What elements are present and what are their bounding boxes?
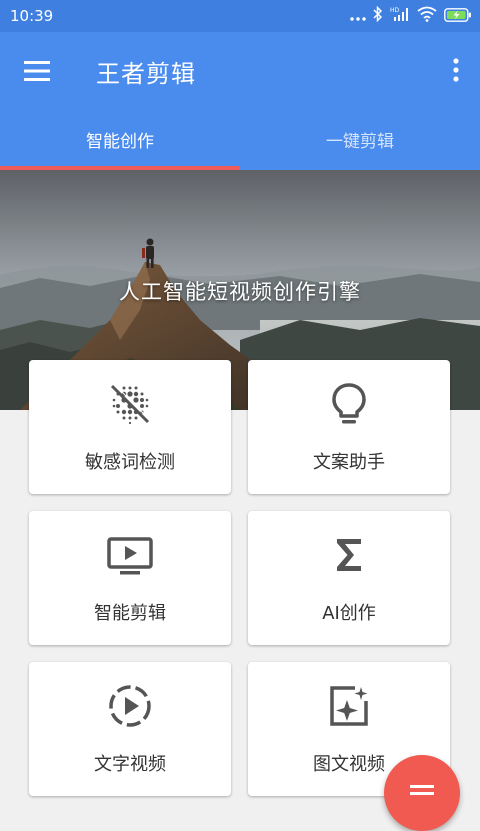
hero-caption: 人工智能短视频创作引擎: [119, 280, 361, 304]
sigma-icon: [325, 531, 373, 579]
status-time: 10:39: [10, 7, 54, 25]
feature-label: AI创作: [322, 603, 376, 624]
feature-label: 智能剪辑: [94, 603, 166, 624]
hamburger-menu-icon[interactable]: [14, 48, 60, 94]
feature-label: 敏感词检测: [85, 452, 175, 473]
feature-card-copywriting-assistant[interactable]: 文案助手: [248, 360, 450, 494]
feature-card-smart-editing[interactable]: 智能剪辑: [29, 511, 231, 645]
tab-one-click-edit[interactable]: 一键剪辑: [240, 108, 480, 170]
image-sparkle-icon: [325, 682, 373, 730]
signal-hd-icon: HD: [390, 6, 410, 26]
more-dots-icon: [350, 7, 366, 26]
tv-play-icon: [106, 531, 154, 579]
status-icons: HD: [350, 5, 472, 26]
feature-label: 文案助手: [313, 452, 385, 473]
feature-label: 文字视频: [94, 754, 166, 775]
battery-charging-icon: [444, 7, 472, 26]
svg-text:HD: HD: [390, 7, 400, 14]
play-circle-dashed-icon: [106, 682, 154, 730]
lightbulb-icon: [325, 380, 373, 428]
app-bar: 王者剪辑: [0, 32, 480, 108]
wifi-icon: [417, 6, 437, 26]
more-vertical-icon[interactable]: [444, 50, 468, 90]
tab-smart-create[interactable]: 智能创作: [0, 108, 240, 170]
fab-menu-button[interactable]: [384, 755, 460, 831]
feature-card-sensitive-word-detection[interactable]: 敏感词检测: [29, 360, 231, 494]
feature-card-text-video[interactable]: 文字视频: [29, 662, 231, 796]
bluetooth-icon: [373, 5, 383, 26]
feature-card-ai-creation[interactable]: AI创作: [248, 511, 450, 645]
status-bar: 10:39 HD: [0, 0, 480, 32]
menu-lines-icon: [410, 785, 434, 795]
app-title: 王者剪辑: [96, 60, 196, 88]
blur-off-icon: [106, 380, 154, 428]
tab-bar: 智能创作 一键剪辑: [0, 108, 480, 170]
